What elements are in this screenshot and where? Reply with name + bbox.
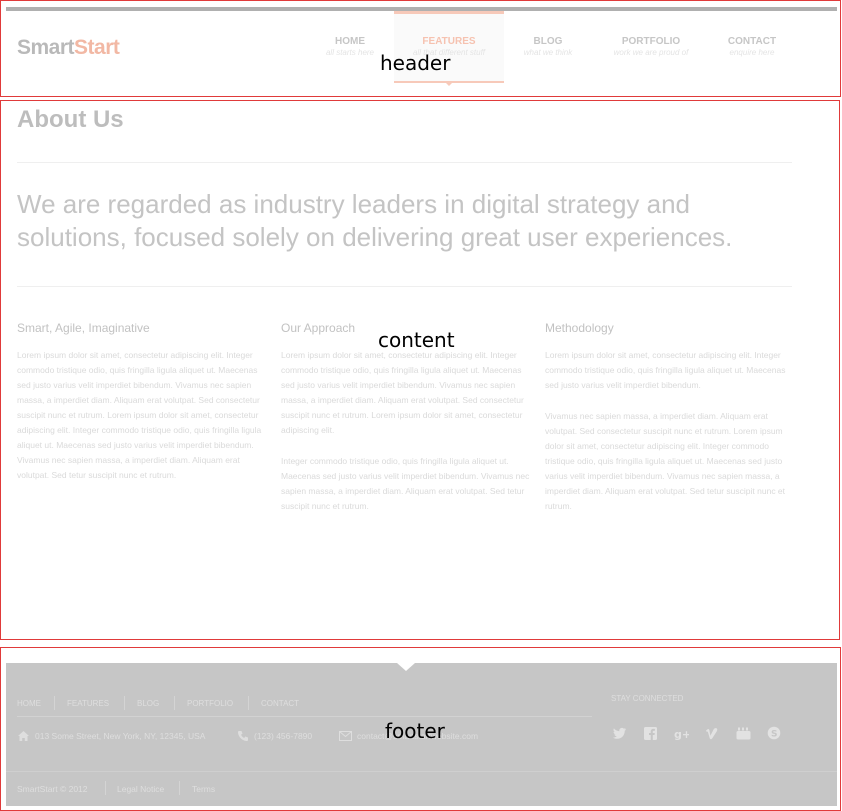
nav-portfolio[interactable]: PORTFOLIO work we are proud of [600,11,702,83]
footer-address-text: 013 Some Street, New York, NY, 12345, US… [35,731,206,741]
stay-connected-heading: STAY CONNECTED [611,694,684,703]
footer-bottom-separator [179,781,180,795]
divider [17,286,792,287]
nav-contact-label: CONTACT [727,36,777,47]
nav-features-label: FEATURES [422,36,476,47]
footer-notch [397,663,415,671]
nav-portfolio-label: PORTFOLIO [621,36,681,47]
footer-nav-portfolio[interactable]: PORTFOLIO [187,699,233,708]
footer-phone-text: (123) 456-7890 [254,731,313,741]
footer-address: 013 Some Street, New York, NY, 12345, US… [17,729,205,743]
column-smart: Smart, Agile, Imaginative Lorem ipsum do… [17,320,267,499]
footer-bottom-divider [6,771,837,772]
column-paragraph: Vivamus nec sapien massa, a imperdiet di… [545,411,786,511]
footer-nav-separator [54,696,55,710]
column-heading: Smart, Agile, Imaginative [17,321,150,335]
column-paragraph: Lorem ipsum dolor sit amet, consectetur … [545,350,786,390]
svg-text:g+: g+ [674,728,689,740]
footer-nav-home[interactable]: HOME [17,699,41,708]
svg-text:S: S [771,730,777,740]
footer-nav-features[interactable]: FEATURES [67,699,109,708]
footer-nav-separator [174,696,175,710]
nav-contact-sub: enquire here [729,48,775,57]
phone-icon [238,731,248,741]
home-icon [18,731,29,741]
footer-nav-blog[interactable]: BLOG [137,699,159,708]
logo-text-smart: Smart [17,36,75,59]
site-logo[interactable]: SmartStart [17,36,120,60]
footer-bottom-separator [105,781,106,795]
page-title: About Us [17,106,124,133]
header-region-label: header [380,51,451,75]
footer-nav-separator [124,696,125,710]
column-heading: Methodology [545,321,614,335]
footer-divider [17,716,592,717]
footer-nav-separator [248,696,249,710]
column-paragraph: Lorem ipsum dolor sit amet, consectetur … [17,350,262,480]
content-region-label: content [378,328,455,352]
legal-notice-link[interactable]: Legal Notice [117,784,164,794]
footer-region-label: footer [385,719,445,743]
nav-blog[interactable]: BLOG what we think [503,11,593,83]
column-methodology: Methodology Lorem ipsum dolor sit amet, … [545,320,795,530]
terms-link[interactable]: Terms [192,784,215,794]
lead-statement: We are regarded as industry leaders in d… [17,189,733,252]
logo-text-start: Start [74,36,120,59]
nav-home-label: HOME [335,36,365,47]
nav-blog-sub: what we think [523,48,573,57]
twitter-icon[interactable] [612,725,628,741]
column-paragraph: Lorem ipsum dolor sit amet, consectetur … [281,350,524,435]
vimeo-icon[interactable] [704,725,720,741]
nav-active-arrow [445,82,453,86]
mail-icon [339,731,352,741]
copyright-text: SmartStart © 2012 [17,784,88,794]
skype-icon[interactable]: S [766,725,782,741]
youtube-icon[interactable] [735,725,751,741]
column-paragraph: Integer commodo tristique odio, quis fri… [281,456,530,511]
nav-contact[interactable]: CONTACT enquire here [708,11,796,83]
nav-portfolio-sub: work we are proud of [613,48,689,57]
google-plus-icon[interactable]: g+ [673,725,689,741]
nav-blog-label: BLOG [533,36,563,47]
footer-phone: (123) 456-7890 [237,729,312,743]
facebook-icon[interactable] [642,725,658,741]
divider [17,162,792,163]
footer-nav-contact[interactable]: CONTACT [261,699,299,708]
